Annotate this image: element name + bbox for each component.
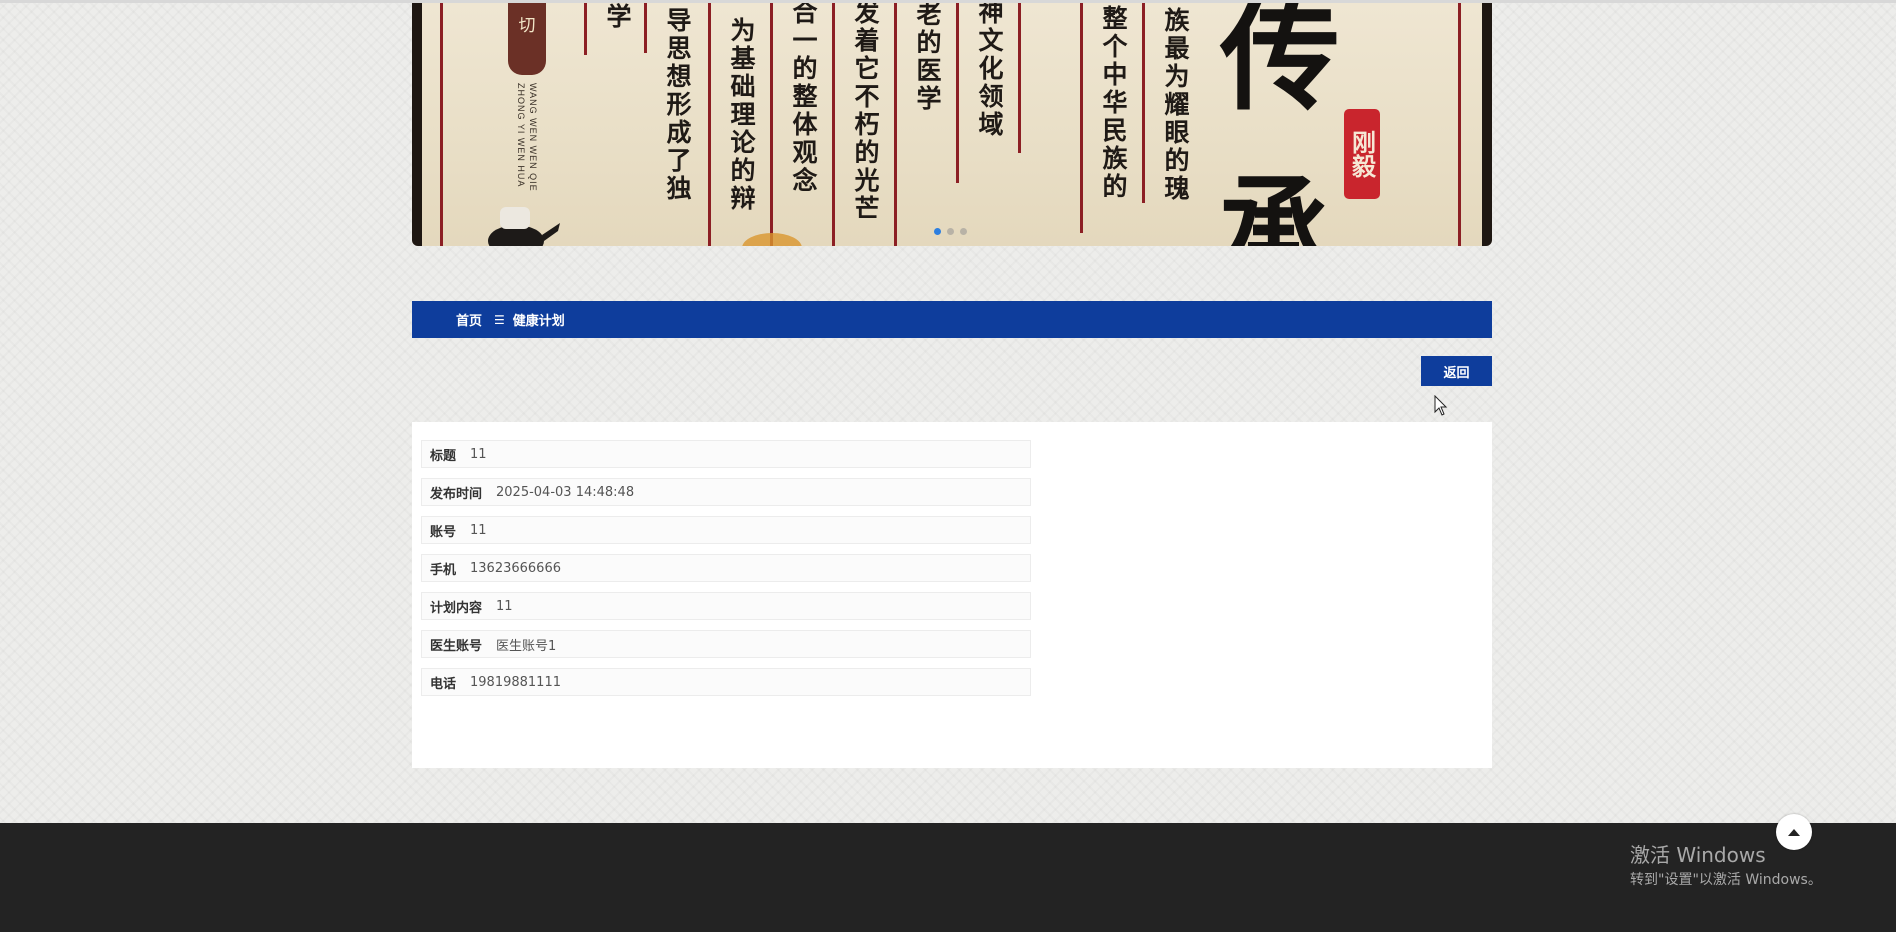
detail-row-title: 标题 11 [421,440,1031,468]
banner-text-column: 导思想形成了独 [663,7,692,203]
back-button[interactable]: 返回 [1421,356,1492,386]
detail-value: 13623666666 [470,560,561,576]
detail-value: 11 [496,598,513,614]
banner-text-column: 老的医学 [913,3,942,113]
banner-tag: 切 [508,3,546,75]
detail-value: 11 [470,446,487,462]
banner-carousel[interactable]: 切 WANG WEN WEN QIE ZHONG YI WEN HUA 学 导思… [412,3,1492,246]
windows-activation-watermark: 激活 Windows 转到"设置"以激活 Windows。 [1630,842,1822,890]
banner-red-rule [584,3,587,55]
detail-value: 19819881111 [470,674,561,690]
activation-title: 激活 Windows [1630,843,1766,867]
banner-red-rule [770,3,773,246]
page-footer [0,823,1896,932]
banner-seal: 刚毅 [1344,109,1380,199]
banner-title-char: 承 [1218,163,1328,247]
banner-frame-right [1482,3,1492,246]
banner-frame-left [412,3,422,246]
banner-text-column: 整个中华民族的 [1099,5,1128,201]
detail-row-mobile: 手机 13623666666 [421,554,1031,582]
activation-subtitle: 转到"设置"以激活 Windows。 [1630,872,1822,888]
banner-red-rule [440,3,443,246]
banner-title-char: 传 [1220,3,1340,127]
detail-label: 标题 [430,448,457,464]
banner-text-column: 学 [603,3,632,31]
detail-label: 电话 [430,676,457,692]
banner-decoration [742,233,802,246]
carousel-indicators [934,228,967,235]
detail-row-plan-content: 计划内容 11 [421,592,1031,620]
detail-panel: 标题 11 发布时间 2025-04-03 14:48:48 账号 11 手机 … [412,422,1492,768]
carousel-dot-1[interactable] [934,228,941,235]
banner-red-rule [1018,3,1021,153]
detail-row-publish-time: 发布时间 2025-04-03 14:48:48 [421,478,1031,506]
detail-label: 计划内容 [430,600,483,616]
banner-text-column: 合一的整体观念 [789,3,818,195]
breadcrumb-separator-icon: ☰ [494,312,505,327]
banner-red-rule [832,3,835,246]
detail-label: 账号 [430,524,457,540]
banner-text-column: 神文化领域 [975,3,1004,139]
breadcrumb: 首页 ☰ 健康计划 [412,301,1492,338]
detail-row-phone: 电话 19819881111 [421,668,1031,696]
mouse-cursor-icon [1434,395,1448,416]
detail-label: 手机 [430,562,457,578]
banner-red-rule [644,3,647,53]
banner-red-rule [1142,3,1145,203]
banner-red-rule [956,3,959,183]
detail-value: 2025-04-03 14:48:48 [496,484,635,500]
banner-text-column: 发着它不朽的光芒 [851,3,880,223]
carousel-dot-3[interactable] [960,228,967,235]
banner-text-column: 族最为耀眼的瑰 [1161,7,1190,203]
banner-red-rule [708,3,711,246]
detail-row-account: 账号 11 [421,516,1031,544]
detail-label: 医生账号 [430,638,483,654]
detail-label: 发布时间 [430,486,483,502]
detail-value: 11 [470,522,487,538]
breadcrumb-home-link[interactable]: 首页 [456,310,482,329]
detail-row-doctor-account: 医生账号 医生账号1 [421,630,1031,658]
detail-value: 医生账号1 [496,638,557,654]
breadcrumb-current: 健康计划 [512,314,565,329]
banner-english-caption: ZHONG YI WEN HUA [516,83,526,188]
carousel-dot-2[interactable] [947,228,954,235]
banner-red-rule [1080,3,1083,233]
banner-red-rule [894,3,897,246]
banner-red-rule [1458,3,1461,246]
teapot-icon [488,207,560,246]
banner-text-column: 为基础理论的辩 [727,17,756,213]
chevron-up-icon [1788,829,1800,836]
